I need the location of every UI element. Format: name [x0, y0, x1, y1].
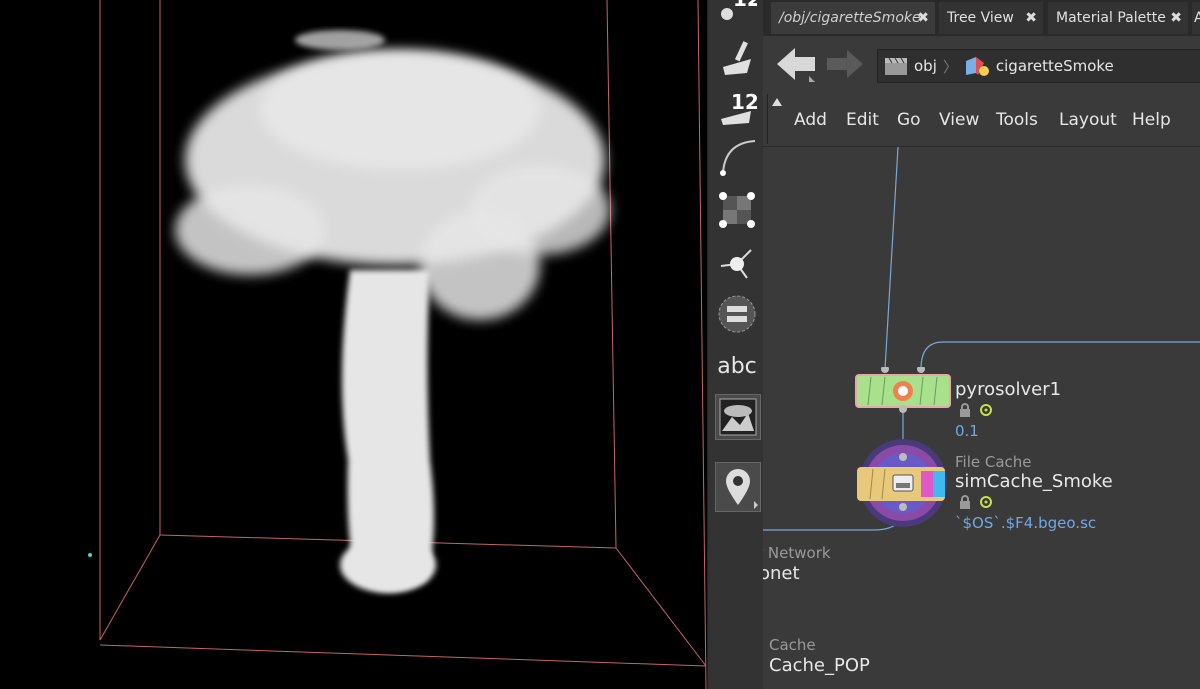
geometry-object-icon	[965, 57, 989, 76]
breadcrumb-obj[interactable]: obj	[878, 56, 943, 76]
breadcrumb: obj 〉 cigaretteSmoke	[877, 49, 1200, 83]
node-type-label: File Cache	[955, 453, 1032, 471]
menu-go[interactable]: Go	[897, 110, 921, 130]
breadcrumb-current[interactable]: cigaretteSmoke	[958, 55, 1120, 77]
close-icon[interactable]: ✖	[1170, 10, 1182, 26]
node-flags	[959, 495, 993, 509]
skeleton-joint-icon[interactable]	[715, 240, 759, 284]
menu-layout[interactable]: Layout	[1059, 110, 1117, 130]
path-bar: obj 〉 cigaretteSmoke	[763, 36, 1200, 92]
tab-overflow[interactable]: A	[1192, 2, 1200, 34]
node-name[interactable]: pyrosolver1	[955, 379, 1061, 400]
origin-marker	[88, 553, 92, 557]
node-name[interactable]: Cache_POP	[769, 655, 870, 676]
viewport-canvas	[88, 0, 707, 689]
pyrosolver-node[interactable]	[855, 367, 955, 413]
network-canvas[interactable]: pyrosolver1 0.1 File Cache simCache_Smok…	[763, 147, 1200, 689]
tab-tree-view[interactable]: Tree View ✖	[939, 2, 1043, 34]
node-wires	[763, 147, 1200, 531]
bypass-flag-icon[interactable]	[979, 403, 993, 417]
filecache-node[interactable]	[855, 435, 955, 531]
node-flags	[959, 403, 993, 417]
menu-help[interactable]: Help	[1132, 110, 1171, 130]
collapse-arrow-icon[interactable]	[772, 98, 782, 106]
tab-material-palette[interactable]: Material Palette ✖	[1048, 2, 1188, 34]
text-tool-icon[interactable]: abc	[715, 344, 759, 388]
menu-edit[interactable]: Edit	[846, 110, 879, 130]
breadcrumb-label: cigaretteSmoke	[995, 57, 1114, 75]
network-editor-pane: /obj/cigaretteSmoke ✖ Tree View ✖ Materi…	[763, 0, 1200, 689]
svg-text:12: 12	[731, 90, 757, 114]
pane-tab-bar: /obj/cigaretteSmoke ✖ Tree View ✖ Materi…	[763, 0, 1200, 36]
node-value: `$OS`.$F4.bgeo.sc	[955, 514, 1097, 532]
menu-tools[interactable]: Tools	[996, 110, 1038, 130]
scene-viewport[interactable]	[0, 0, 707, 689]
back-arrow-icon[interactable]	[775, 46, 819, 82]
clapboard-icon	[885, 57, 907, 75]
close-icon[interactable]: ✖	[1025, 10, 1037, 26]
network-menu-bar: Add Edit Go View Tools Layout Help	[763, 92, 1200, 147]
bypass-flag-icon[interactable]	[979, 495, 993, 509]
smoke-volume	[175, 30, 610, 593]
tab-label: Tree View	[947, 10, 1014, 26]
close-icon[interactable]: ✖	[917, 10, 929, 26]
tab-label: /obj/cigaretteSmoke	[779, 10, 921, 26]
input-wire	[920, 341, 1200, 370]
lock-icon[interactable]	[959, 403, 971, 417]
node-value: 0.1	[955, 422, 979, 440]
svg-text:12: 12	[733, 0, 757, 11]
poly-count-icon[interactable]: 12	[715, 0, 759, 26]
checker-grid-icon[interactable]	[715, 188, 759, 232]
input-wire	[884, 147, 899, 370]
draw-curve-icon[interactable]	[715, 35, 759, 79]
menu-view[interactable]: View	[939, 110, 979, 130]
node-type-label: r Network	[763, 544, 831, 562]
menu-add[interactable]: Add	[794, 110, 827, 130]
tool-shelf: 12 12 abc	[707, 0, 764, 689]
forward-arrow-icon[interactable]	[825, 48, 865, 80]
breadcrumb-separator-icon: 〉	[942, 57, 958, 76]
node-type-label: Cache	[769, 636, 816, 654]
tab-label: A	[1194, 10, 1200, 26]
bezier-curve-icon[interactable]	[715, 135, 759, 179]
node-name[interactable]: onet	[763, 563, 800, 584]
disk-layer-icon[interactable]	[715, 292, 759, 336]
location-pin-icon[interactable]	[715, 462, 761, 512]
tab-label: Material Palette	[1056, 10, 1166, 26]
breadcrumb-label: obj	[914, 57, 937, 75]
node-name[interactable]: simCache_Smoke	[955, 471, 1113, 492]
tab-network[interactable]: /obj/cigaretteSmoke ✖	[771, 2, 935, 34]
image-mountain-icon[interactable]	[715, 394, 761, 440]
poly-count-icon[interactable]: 12	[715, 85, 759, 129]
lock-icon[interactable]	[959, 495, 971, 509]
divider	[767, 94, 768, 144]
